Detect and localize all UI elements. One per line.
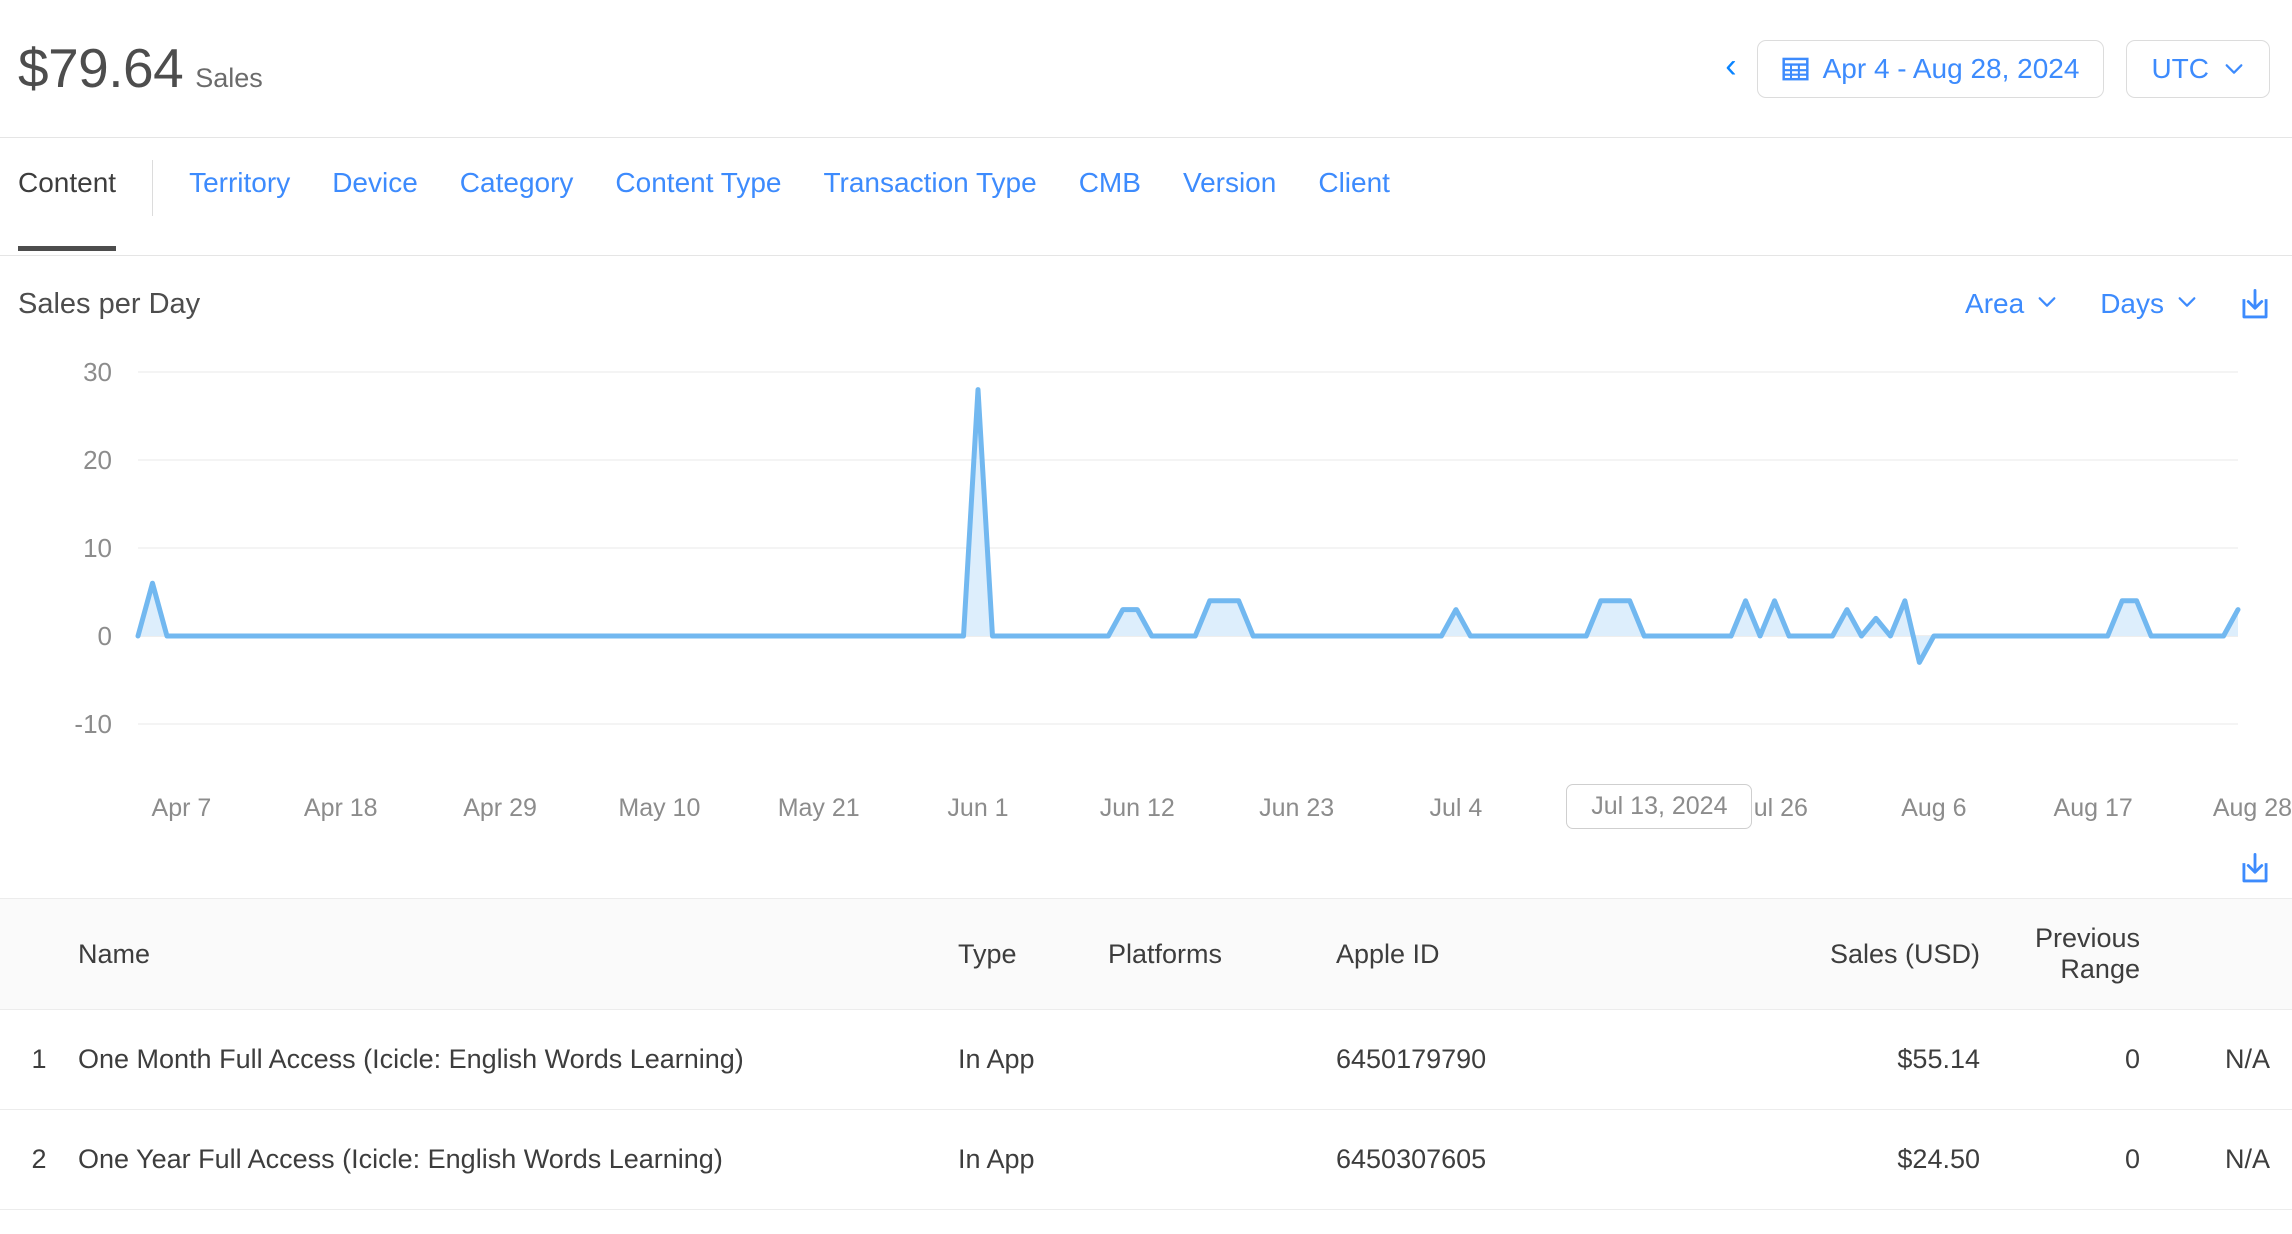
x-axis-tick-label: Apr 7	[152, 794, 212, 823]
chart-header: Sales per Day Area Days	[18, 256, 2270, 352]
chart-area-line	[138, 390, 2238, 663]
x-axis-tick-label: Apr 29	[463, 794, 537, 823]
chart-type-selector[interactable]: Area	[1965, 288, 2058, 320]
row-type: In App	[958, 1010, 1108, 1110]
chart-x-axis: Jul 13, 2024 Apr 7 Apr 18 Apr 29 May 10 May …	[18, 778, 2270, 842]
granularity-selector[interactable]: Days	[2100, 288, 2198, 320]
row-type: In App	[958, 1110, 1108, 1210]
tab-client[interactable]: Client	[1318, 138, 1390, 199]
chart-area-fill	[138, 390, 2238, 663]
tab-device[interactable]: Device	[332, 138, 418, 199]
table-header-row: Name Type Platforms Apple ID Sales (USD)…	[0, 899, 2292, 1010]
x-axis-tick-label: Jul 4	[1430, 794, 1483, 823]
col-platforms[interactable]: Platforms	[1108, 899, 1336, 1010]
page-header: $79.64 Sales ‹ Apr 4 - Aug 28, 2024 UTC	[0, 0, 2292, 138]
row-sales-usd: $55.14	[1696, 1010, 2026, 1110]
timezone-label: UTC	[2151, 53, 2209, 85]
date-range-picker[interactable]: Apr 4 - Aug 28, 2024	[1757, 40, 2105, 98]
tab-territory[interactable]: Territory	[189, 138, 290, 199]
y-axis-tick-label: 30	[83, 358, 112, 387]
tab-transaction-type[interactable]: Transaction Type	[823, 138, 1036, 199]
tab-content-type[interactable]: Content Type	[615, 138, 781, 199]
row-apple-id: 6450307605	[1336, 1110, 1696, 1210]
row-platforms	[1108, 1110, 1336, 1210]
chart-hover-tooltip: Jul 13, 2024	[1566, 784, 1752, 829]
x-axis-tick-label: Aug 28	[2213, 794, 2292, 823]
row-platforms	[1108, 1010, 1336, 1110]
x-axis-tick-label: Jun 1	[947, 794, 1008, 823]
date-range-label: Apr 4 - Aug 28, 2024	[1823, 53, 2080, 85]
table-row[interactable]: 1 One Month Full Access (Icicle: English…	[0, 1010, 2292, 1110]
tab-version[interactable]: Version	[1183, 138, 1276, 199]
x-axis-tick-label: Jun 23	[1259, 794, 1334, 823]
dimension-tabs: Content Territory Device Category Conten…	[0, 138, 2292, 256]
row-apple-id: 6450179790	[1336, 1010, 1696, 1110]
row-name: One Year Full Access (Icicle: English Wo…	[78, 1110, 958, 1210]
timezone-selector[interactable]: UTC	[2126, 40, 2270, 98]
granularity-label: Days	[2100, 288, 2164, 320]
tab-cmb[interactable]: CMB	[1079, 138, 1141, 199]
header-controls: ‹ Apr 4 - Aug 28, 2024 UTC	[1719, 40, 2270, 98]
chart-panel: Sales per Day Area Days	[0, 256, 2292, 842]
row-previous-range: 0	[2026, 1110, 2186, 1210]
x-axis-tick-label: May 10	[618, 794, 700, 823]
tab-content[interactable]: Content	[18, 138, 116, 199]
col-previous-range[interactable]: Previous Range	[2026, 899, 2186, 1010]
table-row[interactable]: 2 One Year Full Access (Icicle: English …	[0, 1110, 2292, 1210]
col-sales-usd[interactable]: Sales (USD)	[1696, 899, 2026, 1010]
col-change[interactable]	[2186, 899, 2292, 1010]
row-index: 2	[0, 1110, 78, 1210]
col-index[interactable]	[0, 899, 78, 1010]
row-change: N/A	[2186, 1110, 2292, 1210]
y-axis-tick-label: 20	[83, 445, 112, 475]
tab-category[interactable]: Category	[460, 138, 574, 199]
chevron-down-icon	[2176, 291, 2198, 318]
col-apple-id[interactable]: Apple ID	[1336, 899, 1696, 1010]
y-axis-tick-label: 0	[98, 621, 112, 651]
tab-divider	[152, 160, 153, 216]
col-type[interactable]: Type	[958, 899, 1108, 1010]
x-axis-tick-label: Jun 12	[1100, 794, 1175, 823]
chevron-down-icon	[2223, 58, 2245, 80]
row-name: One Month Full Access (Icicle: English W…	[78, 1010, 958, 1110]
x-axis-tick-label: Aug 6	[1901, 794, 1966, 823]
previous-period-button[interactable]: ‹	[1719, 49, 1742, 89]
chevron-down-icon	[2036, 291, 2058, 318]
content-table: Name Type Platforms Apple ID Sales (USD)…	[0, 898, 2292, 1210]
col-name[interactable]: Name	[78, 899, 958, 1010]
chart-plot-area: 30 20 10 0 -10	[18, 358, 2268, 758]
calendar-icon	[1782, 55, 1809, 82]
chart-download-icon[interactable]	[2240, 288, 2270, 320]
table-download-icon[interactable]	[2240, 852, 2270, 884]
chart-controls: Area Days	[1965, 288, 2270, 320]
kpi-block: $79.64 Sales	[18, 41, 263, 96]
row-change: N/A	[2186, 1010, 2292, 1110]
chart-title: Sales per Day	[18, 288, 200, 321]
chart-type-label: Area	[1965, 288, 2024, 320]
row-previous-range: 0	[2026, 1010, 2186, 1110]
row-index: 1	[0, 1010, 78, 1110]
kpi-label: Sales	[195, 63, 263, 94]
row-sales-usd: $24.50	[1696, 1110, 2026, 1210]
x-axis-tick-label: May 21	[778, 794, 860, 823]
kpi-value: $79.64	[18, 41, 183, 96]
y-axis-tick-label: -10	[74, 709, 112, 739]
table-toolbar	[0, 842, 2292, 898]
y-axis-tick-label: 10	[83, 533, 112, 563]
x-axis-tick-label: Aug 17	[2054, 794, 2133, 823]
x-axis-tick-label: Apr 18	[304, 794, 378, 823]
table-header: Name Type Platforms Apple ID Sales (USD)…	[0, 899, 2292, 1010]
table-body: 1 One Month Full Access (Icicle: English…	[0, 1010, 2292, 1210]
sales-per-day-chart[interactable]: 30 20 10 0 -10	[18, 358, 2270, 778]
